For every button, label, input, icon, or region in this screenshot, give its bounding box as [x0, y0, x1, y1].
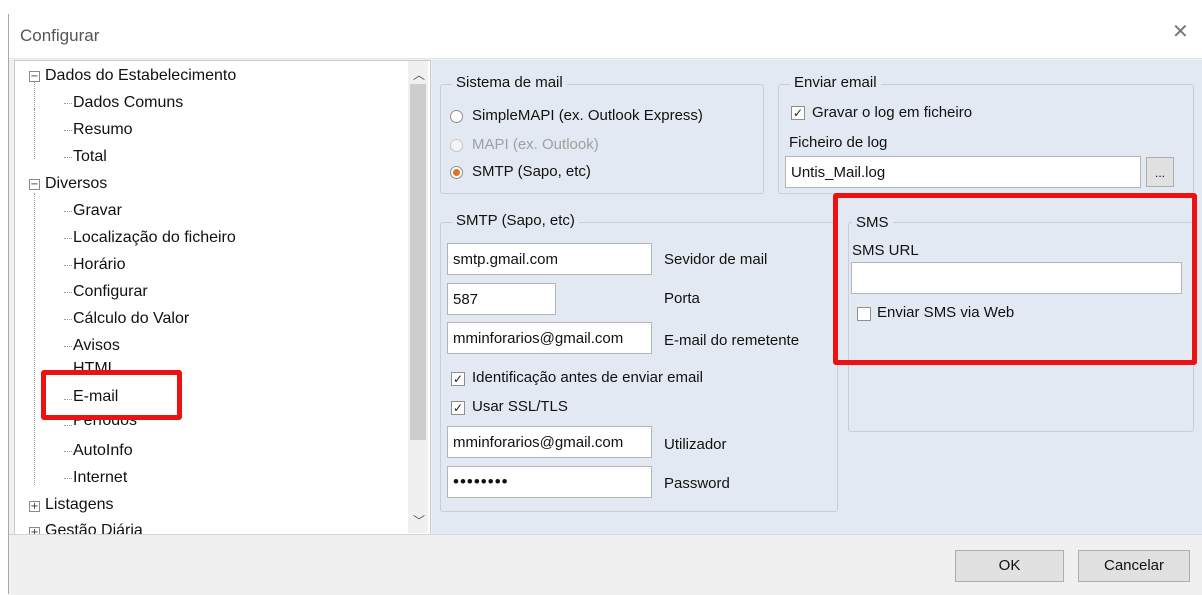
tree-connector — [64, 292, 72, 293]
auth-checkbox[interactable]: ✓ — [451, 372, 465, 386]
smtp-server-label: Sevidor de mail — [664, 251, 768, 268]
browse-button[interactable]: ... — [1146, 157, 1174, 187]
tree-item-resumo[interactable]: Resumo — [73, 120, 133, 140]
tree-connector — [64, 346, 72, 347]
tree-item-dados-comuns[interactable]: Dados Comuns — [73, 93, 183, 113]
smtp-legend: SMTP (Sapo, etc) — [452, 212, 579, 229]
radio-mapi — [450, 139, 463, 152]
tree-connector — [64, 425, 72, 426]
scrollbar-thumb[interactable] — [410, 84, 426, 440]
title-bar — [9, 14, 1202, 59]
cancel-button[interactable]: Cancelar — [1078, 550, 1190, 582]
scroll-up-icon[interactable]: ︿ — [413, 66, 425, 83]
ssl-checkbox[interactable]: ✓ — [451, 401, 465, 415]
tree-connector — [64, 130, 72, 131]
tree-item-autoinfo[interactable]: AutoInfo — [73, 441, 133, 461]
tree-connector — [34, 79, 35, 113]
username-label: Utilizador — [664, 436, 727, 453]
tree-connector — [34, 109, 35, 159]
radio-smtp-label[interactable]: SMTP (Sapo, etc) — [472, 163, 591, 180]
send-email-legend: Enviar email — [790, 74, 881, 91]
log-file-label: Ficheiro de log — [789, 134, 888, 151]
highlight-box-email — [41, 370, 182, 420]
log-checkbox-label[interactable]: Gravar o log em ficheiro — [812, 104, 972, 121]
tree-item-total[interactable]: Total — [73, 147, 107, 167]
tree-connector — [64, 478, 72, 479]
tree-connector — [64, 319, 72, 320]
ok-button[interactable]: OK — [955, 550, 1064, 582]
mail-system-legend: Sistema de mail — [452, 74, 567, 91]
username-input[interactable]: mminforarios@gmail.com — [447, 426, 652, 458]
tree-item-dados-estabelecimento[interactable]: Dados do Estabelecimento — [45, 66, 236, 86]
radio-simplemapi[interactable] — [450, 110, 463, 123]
scroll-down-icon[interactable]: ﹀ — [413, 512, 425, 529]
sender-email-input[interactable]: mminforarios@gmail.com — [447, 322, 652, 354]
tree-connector — [64, 103, 72, 104]
sender-email-label: E-mail do remetente — [664, 332, 800, 349]
tree-item-calculo-valor[interactable]: Cálculo do Valor — [73, 309, 189, 329]
password-label: Password — [664, 475, 730, 492]
expand-icon[interactable]: + — [29, 501, 40, 512]
settings-tree[interactable]: − Dados do Estabelecimento Dados Comuns … — [14, 60, 431, 536]
collapse-icon[interactable]: − — [29, 71, 40, 82]
log-file-input[interactable]: Untis_Mail.log — [785, 156, 1141, 188]
highlight-box-sms — [833, 193, 1197, 365]
radio-simplemapi-label[interactable]: SimpleMAPI (ex. Outlook Express) — [472, 107, 703, 124]
auth-checkbox-label[interactable]: Identificação antes de enviar email — [472, 369, 703, 386]
smtp-port-label: Porta — [664, 290, 700, 307]
tree-connector — [64, 211, 72, 212]
tree-item-listagens[interactable]: Listagens — [45, 495, 114, 515]
tree-item-avisos[interactable]: Avisos — [73, 336, 120, 356]
tree-connector — [64, 265, 72, 266]
tree-item-horario[interactable]: Horário — [73, 255, 125, 275]
tree-item-localizacao[interactable]: Localização do ficheiro — [73, 228, 236, 248]
tree-item-internet[interactable]: Internet — [73, 468, 127, 488]
ssl-checkbox-label[interactable]: Usar SSL/TLS — [472, 398, 568, 415]
radio-mapi-label: MAPI (ex. Outlook) — [472, 136, 599, 153]
window-title: Configurar — [20, 26, 100, 45]
tree-connector — [34, 193, 35, 485]
collapse-icon[interactable]: − — [29, 179, 40, 190]
smtp-port-input[interactable]: 587 — [447, 283, 556, 315]
tree-item-diversos[interactable]: Diversos — [45, 174, 107, 194]
close-icon[interactable]: ✕ — [1172, 22, 1189, 42]
tree-connector — [64, 238, 72, 239]
tree-connector — [64, 157, 72, 158]
radio-smtp[interactable] — [450, 166, 463, 179]
tree-item-configurar[interactable]: Configurar — [73, 282, 148, 302]
password-input[interactable]: •••••••• — [447, 466, 652, 498]
tree-item-gravar[interactable]: Gravar — [73, 201, 122, 221]
smtp-server-input[interactable]: smtp.gmail.com — [447, 243, 652, 275]
log-checkbox[interactable]: ✓ — [791, 106, 805, 120]
tree-connector — [64, 451, 72, 452]
